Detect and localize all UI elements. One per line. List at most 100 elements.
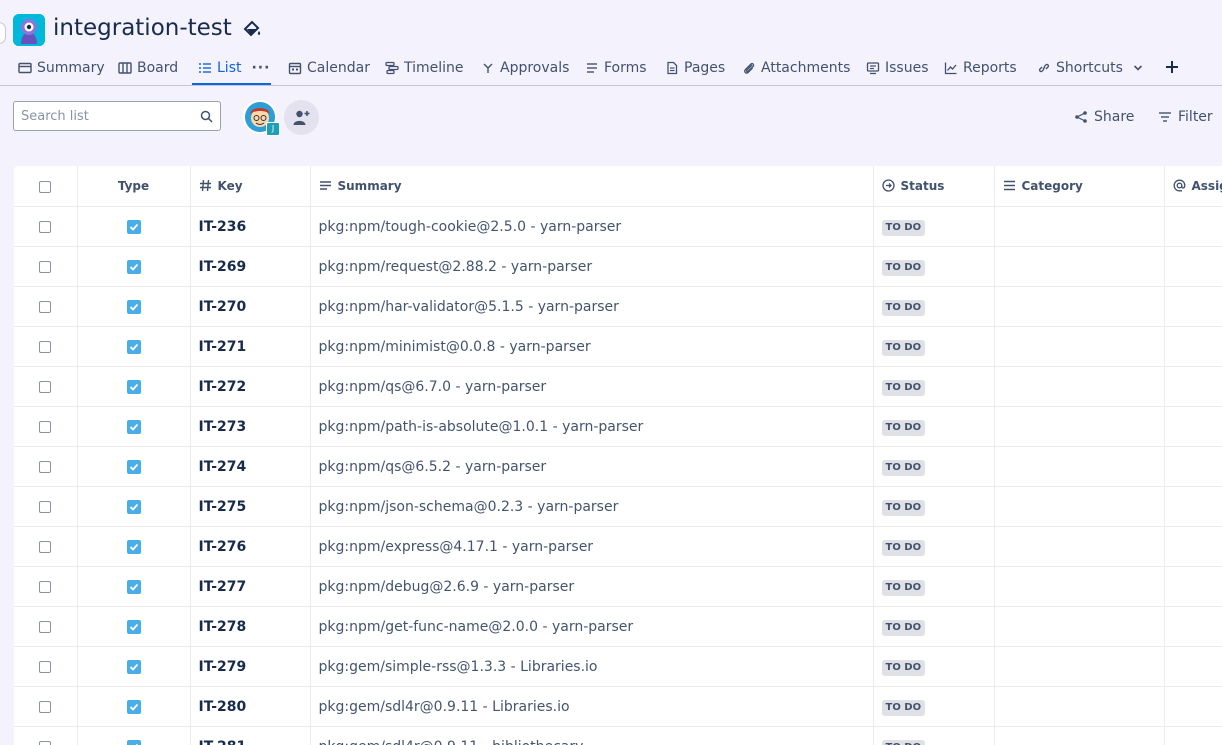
issue-summary[interactable]: pkg:npm/get-func-name@2.0.0 - yarn-parse… [310,606,874,647]
issue-key[interactable]: IT-270 [190,286,311,327]
filter-button[interactable]: Filter [1158,108,1213,126]
table-row[interactable]: IT-272 pkg:npm/qs@6.7.0 - yarn-parser TO… [14,366,1222,407]
row-checkbox[interactable] [39,340,52,353]
sidebar-expand-handle[interactable] [0,22,6,44]
issue-summary[interactable]: pkg:npm/qs@6.7.0 - yarn-parser [310,366,874,407]
category-cell[interactable] [994,686,1165,727]
table-row[interactable]: IT-273 pkg:npm/path-is-absolute@1.0.1 - … [14,406,1222,447]
table-row[interactable]: IT-271 pkg:npm/minimist@0.0.8 - yarn-par… [14,326,1222,367]
issue-key[interactable]: IT-275 [190,486,311,527]
column-header-type[interactable]: Type [77,166,191,207]
assignee-cell[interactable] [1164,526,1222,567]
status-cell[interactable]: TO DO [873,366,995,407]
column-header-summary[interactable]: Summary [310,166,874,207]
paint-bucket-icon[interactable] [242,19,262,39]
category-cell[interactable] [994,566,1165,607]
row-checkbox[interactable] [39,540,52,553]
issue-summary[interactable]: pkg:npm/tough-cookie@2.5.0 - yarn-parser [310,206,874,247]
assignee-cell[interactable] [1164,326,1222,367]
tab-calendar[interactable]: Calendar [288,54,370,82]
issue-summary[interactable]: pkg:npm/minimist@0.0.8 - yarn-parser [310,326,874,367]
plus-icon[interactable] [1163,58,1181,76]
category-cell[interactable] [994,326,1165,367]
row-checkbox[interactable] [39,420,52,433]
category-cell[interactable] [994,286,1165,327]
issue-summary[interactable]: pkg:npm/har-validator@5.1.5 - yarn-parse… [310,286,874,327]
category-cell[interactable] [994,406,1165,447]
tab-board[interactable]: Board [118,54,178,82]
assignee-cell[interactable] [1164,206,1222,247]
issue-key[interactable]: IT-280 [190,686,311,727]
issue-key[interactable]: IT-279 [190,646,311,687]
status-cell[interactable]: TO DO [873,446,995,487]
assignee-cell[interactable] [1164,246,1222,287]
row-checkbox[interactable] [39,660,52,673]
status-cell[interactable]: TO DO [873,246,995,287]
table-row[interactable]: IT-236 pkg:npm/tough-cookie@2.5.0 - yarn… [14,206,1222,247]
issue-summary[interactable]: pkg:npm/express@4.17.1 - yarn-parser [310,526,874,567]
column-header-category[interactable]: Category [994,166,1165,207]
issue-summary[interactable]: pkg:gem/sdl4r@0.9.11 - Libraries.io [310,686,874,727]
status-cell[interactable]: TO DO [873,606,995,647]
issue-key[interactable]: IT-271 [190,326,311,367]
row-checkbox[interactable] [39,220,52,233]
issue-key[interactable]: IT-277 [190,566,311,607]
category-cell[interactable] [994,446,1165,487]
assignee-cell[interactable] [1164,486,1222,527]
issue-key[interactable]: IT-276 [190,526,311,567]
share-button[interactable]: Share [1074,108,1134,126]
assignee-cell[interactable] [1164,406,1222,447]
category-cell[interactable] [994,206,1165,247]
status-cell[interactable]: TO DO [873,646,995,687]
search-icon[interactable] [200,110,213,123]
assignee-cell[interactable] [1164,646,1222,687]
issue-summary[interactable]: pkg:npm/json-schema@0.2.3 - yarn-parser [310,486,874,527]
assignee-cell[interactable] [1164,606,1222,647]
table-row[interactable]: IT-269 pkg:npm/request@2.88.2 - yarn-par… [14,246,1222,287]
tab-issues[interactable]: Issues [866,54,929,82]
assignee-cell[interactable] [1164,726,1222,745]
category-cell[interactable] [994,366,1165,407]
tab-pages[interactable]: Pages [665,54,725,82]
table-row[interactable]: IT-280 pkg:gem/sdl4r@0.9.11 - Libraries.… [14,686,1222,727]
category-cell[interactable] [994,726,1165,745]
tab-approvals[interactable]: Approvals [481,54,569,82]
status-cell[interactable]: TO DO [873,566,995,607]
category-cell[interactable] [994,246,1165,287]
category-cell[interactable] [994,646,1165,687]
tab-timeline[interactable]: Timeline [385,54,464,82]
status-cell[interactable]: TO DO [873,326,995,367]
row-checkbox[interactable] [39,300,52,313]
status-cell[interactable]: TO DO [873,726,995,745]
table-row[interactable]: IT-281 pkg:gem/sdl4r@0.9.11 - bibliothec… [14,726,1222,745]
tab-summary[interactable]: Summary [18,54,105,82]
status-cell[interactable]: TO DO [873,686,995,727]
table-row[interactable]: IT-276 pkg:npm/express@4.17.1 - yarn-par… [14,526,1222,567]
tab-list[interactable]: List ··· [198,54,270,82]
category-cell[interactable] [994,606,1165,647]
category-cell[interactable] [994,526,1165,567]
add-people-button[interactable] [284,100,319,135]
status-cell[interactable]: TO DO [873,406,995,447]
row-checkbox[interactable] [39,260,52,273]
row-checkbox[interactable] [39,620,52,633]
tab-attachments[interactable]: Attachments [742,54,850,82]
issue-key[interactable]: IT-236 [190,206,311,247]
status-cell[interactable]: TO DO [873,206,995,247]
issue-key[interactable]: IT-272 [190,366,311,407]
issue-key[interactable]: IT-269 [190,246,311,287]
table-row[interactable]: IT-270 pkg:npm/har-validator@5.1.5 - yar… [14,286,1222,327]
issue-key[interactable]: IT-278 [190,606,311,647]
table-row[interactable]: IT-279 pkg:gem/simple-rss@1.3.3 - Librar… [14,646,1222,687]
issue-summary[interactable]: pkg:gem/simple-rss@1.3.3 - Libraries.io [310,646,874,687]
issue-key[interactable]: IT-273 [190,406,311,447]
issue-summary[interactable]: pkg:npm/debug@2.6.9 - yarn-parser [310,566,874,607]
more-icon[interactable]: ··· [251,60,270,76]
row-checkbox[interactable] [39,580,52,593]
status-cell[interactable]: TO DO [873,286,995,327]
row-checkbox[interactable] [39,740,52,745]
column-header-key[interactable]: Key [190,166,311,207]
search-input[interactable] [14,102,194,130]
table-row[interactable]: IT-275 pkg:npm/json-schema@0.2.3 - yarn-… [14,486,1222,527]
issue-summary[interactable]: pkg:gem/sdl4r@0.9.11 - bibliothecary [310,726,874,745]
